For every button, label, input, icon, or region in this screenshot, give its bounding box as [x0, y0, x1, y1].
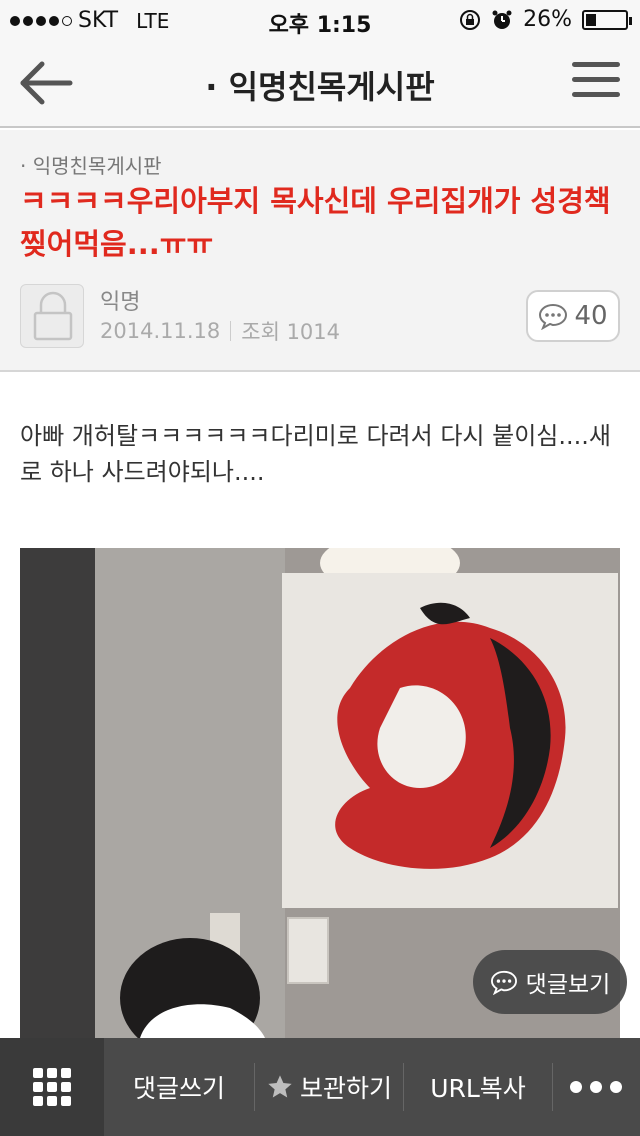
lock-icon — [33, 291, 73, 341]
more-button[interactable] — [553, 1038, 639, 1136]
alarm-icon — [492, 10, 512, 29]
hamburger-icon — [572, 62, 620, 67]
comment-count-button[interactable]: 40 — [526, 290, 620, 342]
post-body: 아빠 개허탈ㅋㅋㅋㅋㅋㅋ다리미로 다려서 다시 붙이심....새로 하나 사드려… — [20, 422, 611, 486]
more-dots-icon — [570, 1081, 622, 1093]
rotation-lock-icon — [460, 9, 481, 30]
battery-icon — [582, 9, 632, 30]
navigation-bar: · 익명친목게시판 — [0, 40, 640, 128]
view-comments-button[interactable]: 댓글보기 — [473, 950, 627, 1014]
post-meta: 2014.11.18 조회 1014 — [100, 316, 340, 346]
save-label: 보관하기 — [299, 1074, 392, 1103]
speech-bubble-icon — [490, 970, 517, 995]
bottom-toolbar: 댓글쓰기 보관하기 URL복사 — [0, 1038, 640, 1136]
comment-count: 40 — [574, 301, 608, 331]
board-label[interactable]: · 익명친목게시판 — [20, 150, 162, 179]
star-icon — [268, 1075, 292, 1098]
post-header: · 익명친목게시판 ㅋㅋㅋㅋ우리아부지 목사신데 우리집개가 성경책 찢어먹음.… — [0, 130, 640, 372]
post-date: 2014.11.18 — [100, 319, 221, 343]
page-title: · 익명친목게시판 — [205, 68, 435, 106]
grid-menu-button[interactable] — [0, 1038, 104, 1136]
author-name: 익명 — [100, 290, 141, 315]
menu-button[interactable] — [572, 62, 620, 102]
meta-divider — [230, 321, 232, 341]
status-bar: SKT LTE 오후 1:15 26% — [0, 0, 640, 40]
view-count: 조회 1014 — [241, 320, 341, 344]
avatar — [20, 284, 84, 348]
save-button[interactable]: 보관하기 — [255, 1038, 403, 1136]
copy-url-button[interactable]: URL복사 — [404, 1038, 552, 1136]
post-title: ㅋㅋㅋㅋ우리아부지 목사신데 우리집개가 성경책 찢어먹음...ㅠㅠ — [20, 184, 611, 261]
view-comments-label: 댓글보기 — [525, 972, 611, 998]
battery-percent: 26% — [523, 7, 572, 32]
copy-url-label: URL복사 — [430, 1074, 526, 1103]
write-comment-button[interactable]: 댓글쓰기 — [104, 1038, 254, 1136]
speech-bubble-icon — [539, 303, 568, 330]
grid-icon — [33, 1068, 71, 1106]
status-indicators: 26% — [459, 7, 632, 32]
write-comment-label: 댓글쓰기 — [132, 1074, 225, 1103]
